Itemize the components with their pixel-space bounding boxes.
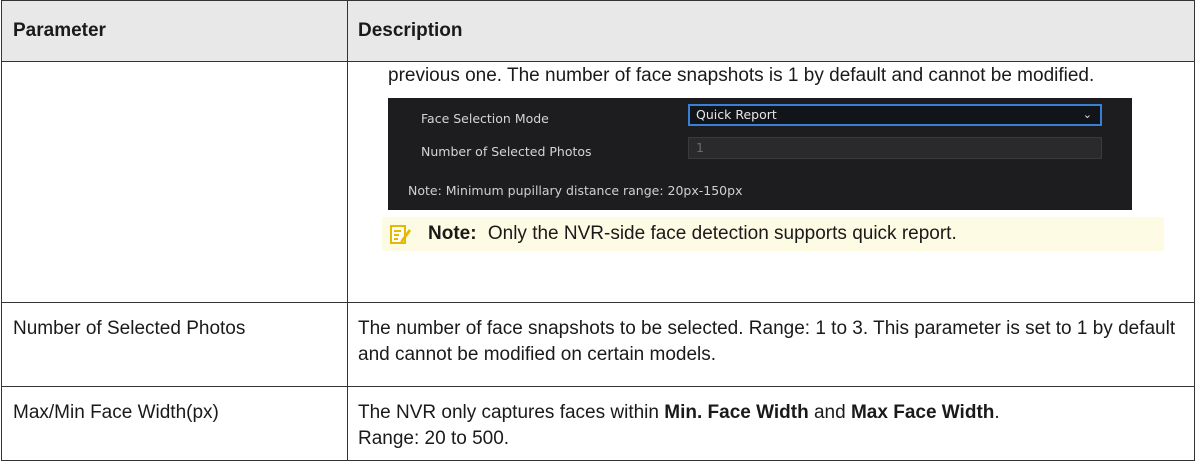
- desc-text: .: [994, 402, 1000, 423]
- param-description: The NVR only captures faces within Min. …: [347, 386, 1195, 461]
- desc-range: Range: 20 to 500.: [358, 428, 510, 449]
- selected-photos-input[interactable]: 1: [688, 137, 1102, 159]
- description-cell: previous one. The number of face snapsho…: [347, 61, 1195, 303]
- note-text: Only the NVR-side face detection support…: [487, 223, 957, 244]
- table-header-row: Parameter Description: [1, 0, 1195, 62]
- note-label: Note:: [428, 223, 477, 244]
- face-settings-screenshot: Face Selection Mode Quick Report ⌄ Numbe…: [388, 98, 1132, 210]
- description-text: previous one. The number of face snapsho…: [388, 65, 1095, 86]
- pupillary-distance-note: Note: Minimum pupillary distance range: …: [408, 183, 743, 198]
- param-name: Max/Min Face Width(px): [1, 386, 348, 461]
- max-face-width-term: Max Face Width: [850, 402, 995, 423]
- table-row: previous one. The number of face snapsho…: [1, 61, 1195, 303]
- param-description: The number of face snapshots to be selec…: [347, 302, 1195, 387]
- header-parameter: Parameter: [1, 0, 348, 62]
- table-row: Number of Selected Photos The number of …: [1, 302, 1195, 387]
- face-selection-mode-select[interactable]: Quick Report ⌄: [688, 104, 1102, 126]
- select-value: Quick Report: [696, 107, 777, 122]
- parameter-table: Parameter Description previous one. The …: [1, 0, 1195, 461]
- min-face-width-term: Min. Face Width: [664, 402, 809, 423]
- note-box: Note: Only the NVR-side face detection s…: [382, 217, 1164, 251]
- header-description: Description: [347, 0, 1195, 62]
- desc-text: The NVR only captures faces within: [358, 402, 665, 423]
- selected-photos-label: Number of Selected Photos: [421, 144, 592, 159]
- chevron-down-icon: ⌄: [1082, 108, 1092, 121]
- face-selection-mode-label: Face Selection Mode: [421, 111, 549, 126]
- table-row: Max/Min Face Width(px) The NVR only capt…: [1, 386, 1195, 461]
- desc-text: and: [808, 402, 851, 423]
- param-name: Number of Selected Photos: [1, 302, 348, 387]
- note-pencil-icon: [390, 225, 411, 244]
- param-cell-empty: [1, 61, 348, 303]
